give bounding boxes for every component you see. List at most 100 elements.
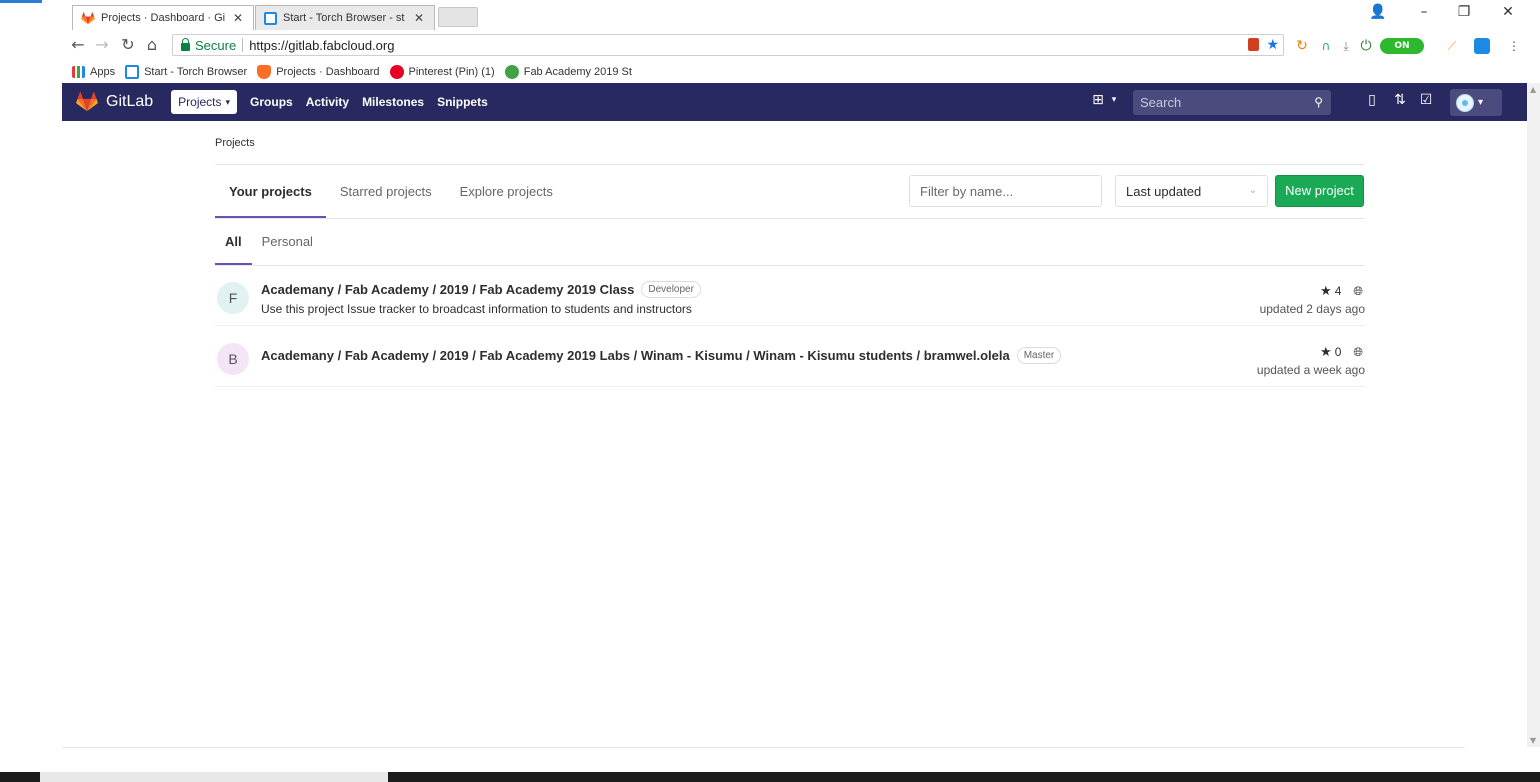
new-project-button[interactable]: New project xyxy=(1275,175,1364,207)
torch-start-icon xyxy=(264,11,277,25)
role-badge: Developer xyxy=(641,281,701,298)
project-title-line: Academany / Fab Academy / 2019 / Fab Aca… xyxy=(261,281,701,298)
bookmark-torch-start[interactable]: Start - Torch Browser xyxy=(125,64,248,79)
project-row: B Academany / Fab Academy / 2019 / Fab A… xyxy=(215,327,1365,387)
chevron-down-icon[interactable]: ▾ xyxy=(1104,95,1124,105)
project-scope-tabs: Your projects Starred projects Explore p… xyxy=(215,165,567,218)
screen: Projects · Dashboard · Gi ✕ Start - Torc… xyxy=(0,0,1540,782)
gitlab-fox-icon xyxy=(257,64,272,79)
new-tab-button[interactable] xyxy=(438,7,478,27)
project-filter-tabs: All Personal xyxy=(215,219,321,265)
reload-icon[interactable]: ↻ xyxy=(118,35,138,55)
extension-shield-icon[interactable] xyxy=(1248,38,1259,51)
star-icon: ★ xyxy=(1320,344,1332,359)
tab-strip: Projects · Dashboard · Gi ✕ Start - Torc… xyxy=(62,0,1540,30)
search-placeholder: Search xyxy=(1140,95,1182,110)
gitlab-home-link[interactable]: GitLab xyxy=(76,92,153,112)
home-icon[interactable]: ⌂ xyxy=(142,35,162,55)
project-avatar[interactable]: B xyxy=(217,343,249,375)
role-badge: Master xyxy=(1016,347,1062,364)
user-menu[interactable]: ▾ xyxy=(1450,89,1502,116)
project-stats: ★ 4 🌐︎ xyxy=(1320,283,1363,299)
project-name-link[interactable]: Academany / Fab Academy / 2019 / Fab Aca… xyxy=(261,348,1010,363)
extension-notification-icon[interactable] xyxy=(1474,38,1490,54)
download-icon[interactable]: ⤓ xyxy=(1338,38,1354,54)
bookmarks-bar: Apps Start - Torch Browser Projects · Da… xyxy=(62,60,1540,83)
scroll-up-arrow-icon[interactable]: ▲ xyxy=(1530,85,1536,94)
gitlab-logo-icon xyxy=(76,92,98,112)
divider xyxy=(215,218,1365,219)
globe-icon: 🌐︎ xyxy=(1353,283,1363,298)
tab-title: Projects · Dashboard · Gi xyxy=(101,12,226,24)
todos-check-icon[interactable]: ☑ xyxy=(1416,92,1436,108)
scroll-down-arrow-icon[interactable]: ▼ xyxy=(1530,736,1536,745)
url-text[interactable]: https://gitlab.fabcloud.org xyxy=(249,38,394,53)
search-icon[interactable]: ⚲ xyxy=(1314,95,1323,109)
taskbar-window-strip xyxy=(40,772,388,782)
issues-icon[interactable]: ▯ xyxy=(1362,92,1382,108)
desktop-accent xyxy=(0,0,42,3)
forward-arrow-icon[interactable]: → xyxy=(92,35,112,55)
bookmark-fab-academy[interactable]: Fab Academy 2019 St xyxy=(504,64,632,79)
browser-tab-projects[interactable]: Projects · Dashboard · Gi ✕ xyxy=(72,5,254,30)
back-arrow-icon[interactable]: ← xyxy=(68,35,88,55)
project-updated: updated a week ago xyxy=(1256,363,1365,377)
close-window-icon[interactable]: ✕ xyxy=(1498,4,1518,20)
star-count[interactable]: 0 xyxy=(1335,345,1342,359)
desktop-edge xyxy=(0,0,62,782)
bookmark-label: Start - Torch Browser xyxy=(144,65,248,78)
power-icon[interactable]: ⏻ xyxy=(1358,38,1374,54)
sort-dropdown[interactable]: Last updated ⌄ xyxy=(1115,175,1268,207)
address-bar[interactable]: Secure https://gitlab.fabcloud.org ★ xyxy=(172,34,1284,56)
project-avatar[interactable]: F xyxy=(217,282,249,314)
chevron-down-icon: ▾ xyxy=(1478,97,1484,108)
tab-all[interactable]: All xyxy=(215,219,252,265)
project-description: Use this project Issue tracker to broadc… xyxy=(261,302,692,316)
bookmark-label: Apps xyxy=(90,65,116,78)
nav-groups[interactable]: Groups xyxy=(250,95,293,109)
close-icon[interactable]: ✕ xyxy=(412,11,426,25)
bookmark-projects-dashboard[interactable]: Projects · Dashboard xyxy=(257,64,380,79)
nav-activity[interactable]: Activity xyxy=(306,95,349,109)
merge-request-icon[interactable]: ⇅ xyxy=(1390,92,1410,108)
nav-projects-label: Projects xyxy=(178,95,222,109)
page-scrollbar[interactable]: ▲ ▼ xyxy=(1527,83,1540,747)
profile-icon[interactable]: 👤 xyxy=(1368,4,1388,20)
filter-by-name-input[interactable] xyxy=(909,175,1102,207)
bookmark-apps[interactable]: Apps xyxy=(72,65,116,78)
tab-starred-projects[interactable]: Starred projects xyxy=(326,165,446,218)
project-title-line: Academany / Fab Academy / 2019 / Fab Aca… xyxy=(261,347,1062,364)
close-icon[interactable]: ✕ xyxy=(231,11,245,25)
minimize-icon[interactable]: – xyxy=(1414,4,1434,20)
chevron-down-icon: ⌄ xyxy=(1248,185,1257,196)
menu-kebab-icon[interactable]: ⋮ xyxy=(1506,38,1522,54)
bookmark-label: Projects · Dashboard xyxy=(276,65,380,78)
brush-icon[interactable]: ⟋ xyxy=(1444,38,1460,54)
gitlab-header: GitLab Projects ▾ Groups Activity Milest… xyxy=(62,83,1527,121)
restore-icon[interactable]: ❐ xyxy=(1454,4,1474,20)
browser-tab-torch[interactable]: Start - Torch Browser - st ✕ xyxy=(255,5,435,30)
tab-explore-projects[interactable]: Explore projects xyxy=(446,165,567,218)
fab-academy-icon xyxy=(504,64,519,79)
browser-window: Projects · Dashboard · Gi ✕ Start - Torc… xyxy=(62,0,1540,772)
bookmark-label: Fab Academy 2019 St xyxy=(523,65,632,78)
tab-your-projects[interactable]: Your projects xyxy=(215,165,326,218)
bookmark-star-icon[interactable]: ★ xyxy=(1266,36,1279,53)
extension-toggle[interactable]: ON xyxy=(1380,38,1424,54)
nav-milestones[interactable]: Milestones xyxy=(362,95,424,109)
project-name-link[interactable]: Academany / Fab Academy / 2019 / Fab Aca… xyxy=(261,282,634,297)
secure-label: Secure xyxy=(195,37,237,53)
sort-value: Last updated xyxy=(1126,183,1202,199)
star-count[interactable]: 4 xyxy=(1335,284,1342,298)
pinterest-icon xyxy=(389,64,404,79)
avatar xyxy=(1456,93,1474,112)
extension-c-icon[interactable]: ↻ xyxy=(1294,38,1310,54)
gitlab-fox-icon xyxy=(81,11,95,24)
tab-personal[interactable]: Personal xyxy=(252,219,321,265)
headphones-icon[interactable]: ∩ xyxy=(1318,38,1334,54)
nav-projects-dropdown[interactable]: Projects ▾ xyxy=(171,90,238,114)
breadcrumb[interactable]: Projects xyxy=(215,137,255,149)
nav-snippets[interactable]: Snippets xyxy=(437,95,488,109)
bookmark-pinterest[interactable]: Pinterest (Pin) (1) xyxy=(389,64,495,79)
search-box[interactable]: Search ⚲ xyxy=(1133,90,1331,115)
